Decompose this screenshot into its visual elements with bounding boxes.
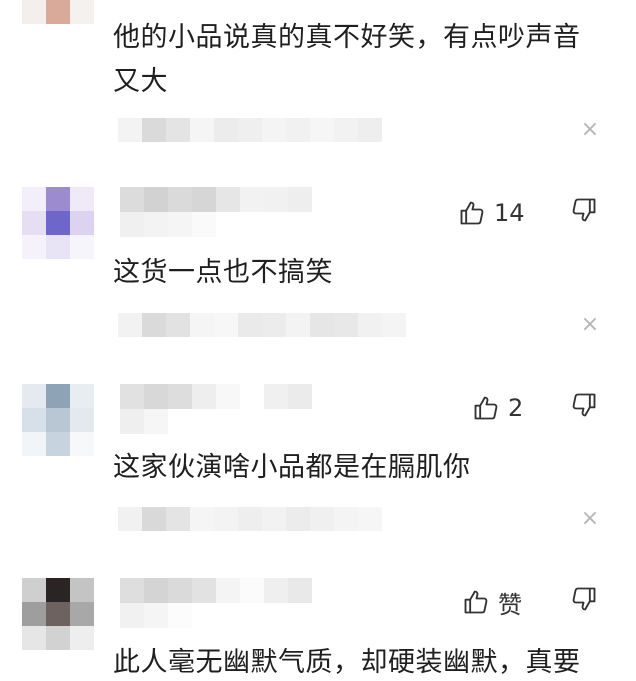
close-icon[interactable]: × <box>578 313 602 337</box>
username-blurred[interactable] <box>120 187 320 237</box>
thumbs-down-icon <box>572 587 596 611</box>
like-button[interactable]: 2 <box>472 391 523 425</box>
like-button[interactable]: 14 <box>458 196 525 230</box>
dislike-button[interactable] <box>570 585 602 619</box>
thumbs-down-icon <box>572 198 596 222</box>
comment-line: 这货一点也不搞笑 <box>113 257 333 288</box>
avatar[interactable] <box>22 578 94 650</box>
thumbs-up-icon <box>460 201 484 225</box>
comment-line: 此人毫无幽默气质，却硬装幽默，真要 <box>113 647 581 678</box>
dislike-button[interactable] <box>570 391 602 425</box>
dislike-button[interactable] <box>570 196 602 230</box>
like-button[interactable]: 赞 <box>462 585 522 619</box>
avatar[interactable] <box>22 187 94 259</box>
comment-line: 又大 <box>113 66 168 97</box>
thumbs-up-icon <box>464 590 488 614</box>
avatar[interactable] <box>22 384 94 456</box>
like-label: 赞 <box>498 590 522 619</box>
close-icon[interactable]: × <box>578 507 602 531</box>
like-count: 14 <box>494 199 525 227</box>
like-count: 2 <box>508 394 524 422</box>
username-blurred[interactable] <box>120 578 320 628</box>
username-blurred[interactable] <box>120 384 320 434</box>
thumbs-up-icon <box>474 396 498 420</box>
comment-line: 这家伙演啥小品都是在膈肌你 <box>113 452 471 483</box>
comment-line: 他的小品说真的真不好笑，有点吵声音 <box>113 22 581 53</box>
comment-text: 他的小品说真的真不好笑，有点吵声音 又大 <box>113 20 581 100</box>
comment-text: 这货一点也不搞笑 <box>113 255 333 291</box>
avatar[interactable] <box>22 0 94 24</box>
thumbs-down-icon <box>572 393 596 417</box>
reply-meta-blurred <box>118 507 382 531</box>
comment-text: 此人毫无幽默气质，却硬装幽默，真要 <box>113 645 581 681</box>
reply-meta-blurred <box>118 118 382 142</box>
reply-meta-blurred <box>118 313 406 337</box>
close-icon[interactable]: × <box>578 118 602 142</box>
comment-text: 这家伙演啥小品都是在膈肌你 <box>113 450 471 486</box>
